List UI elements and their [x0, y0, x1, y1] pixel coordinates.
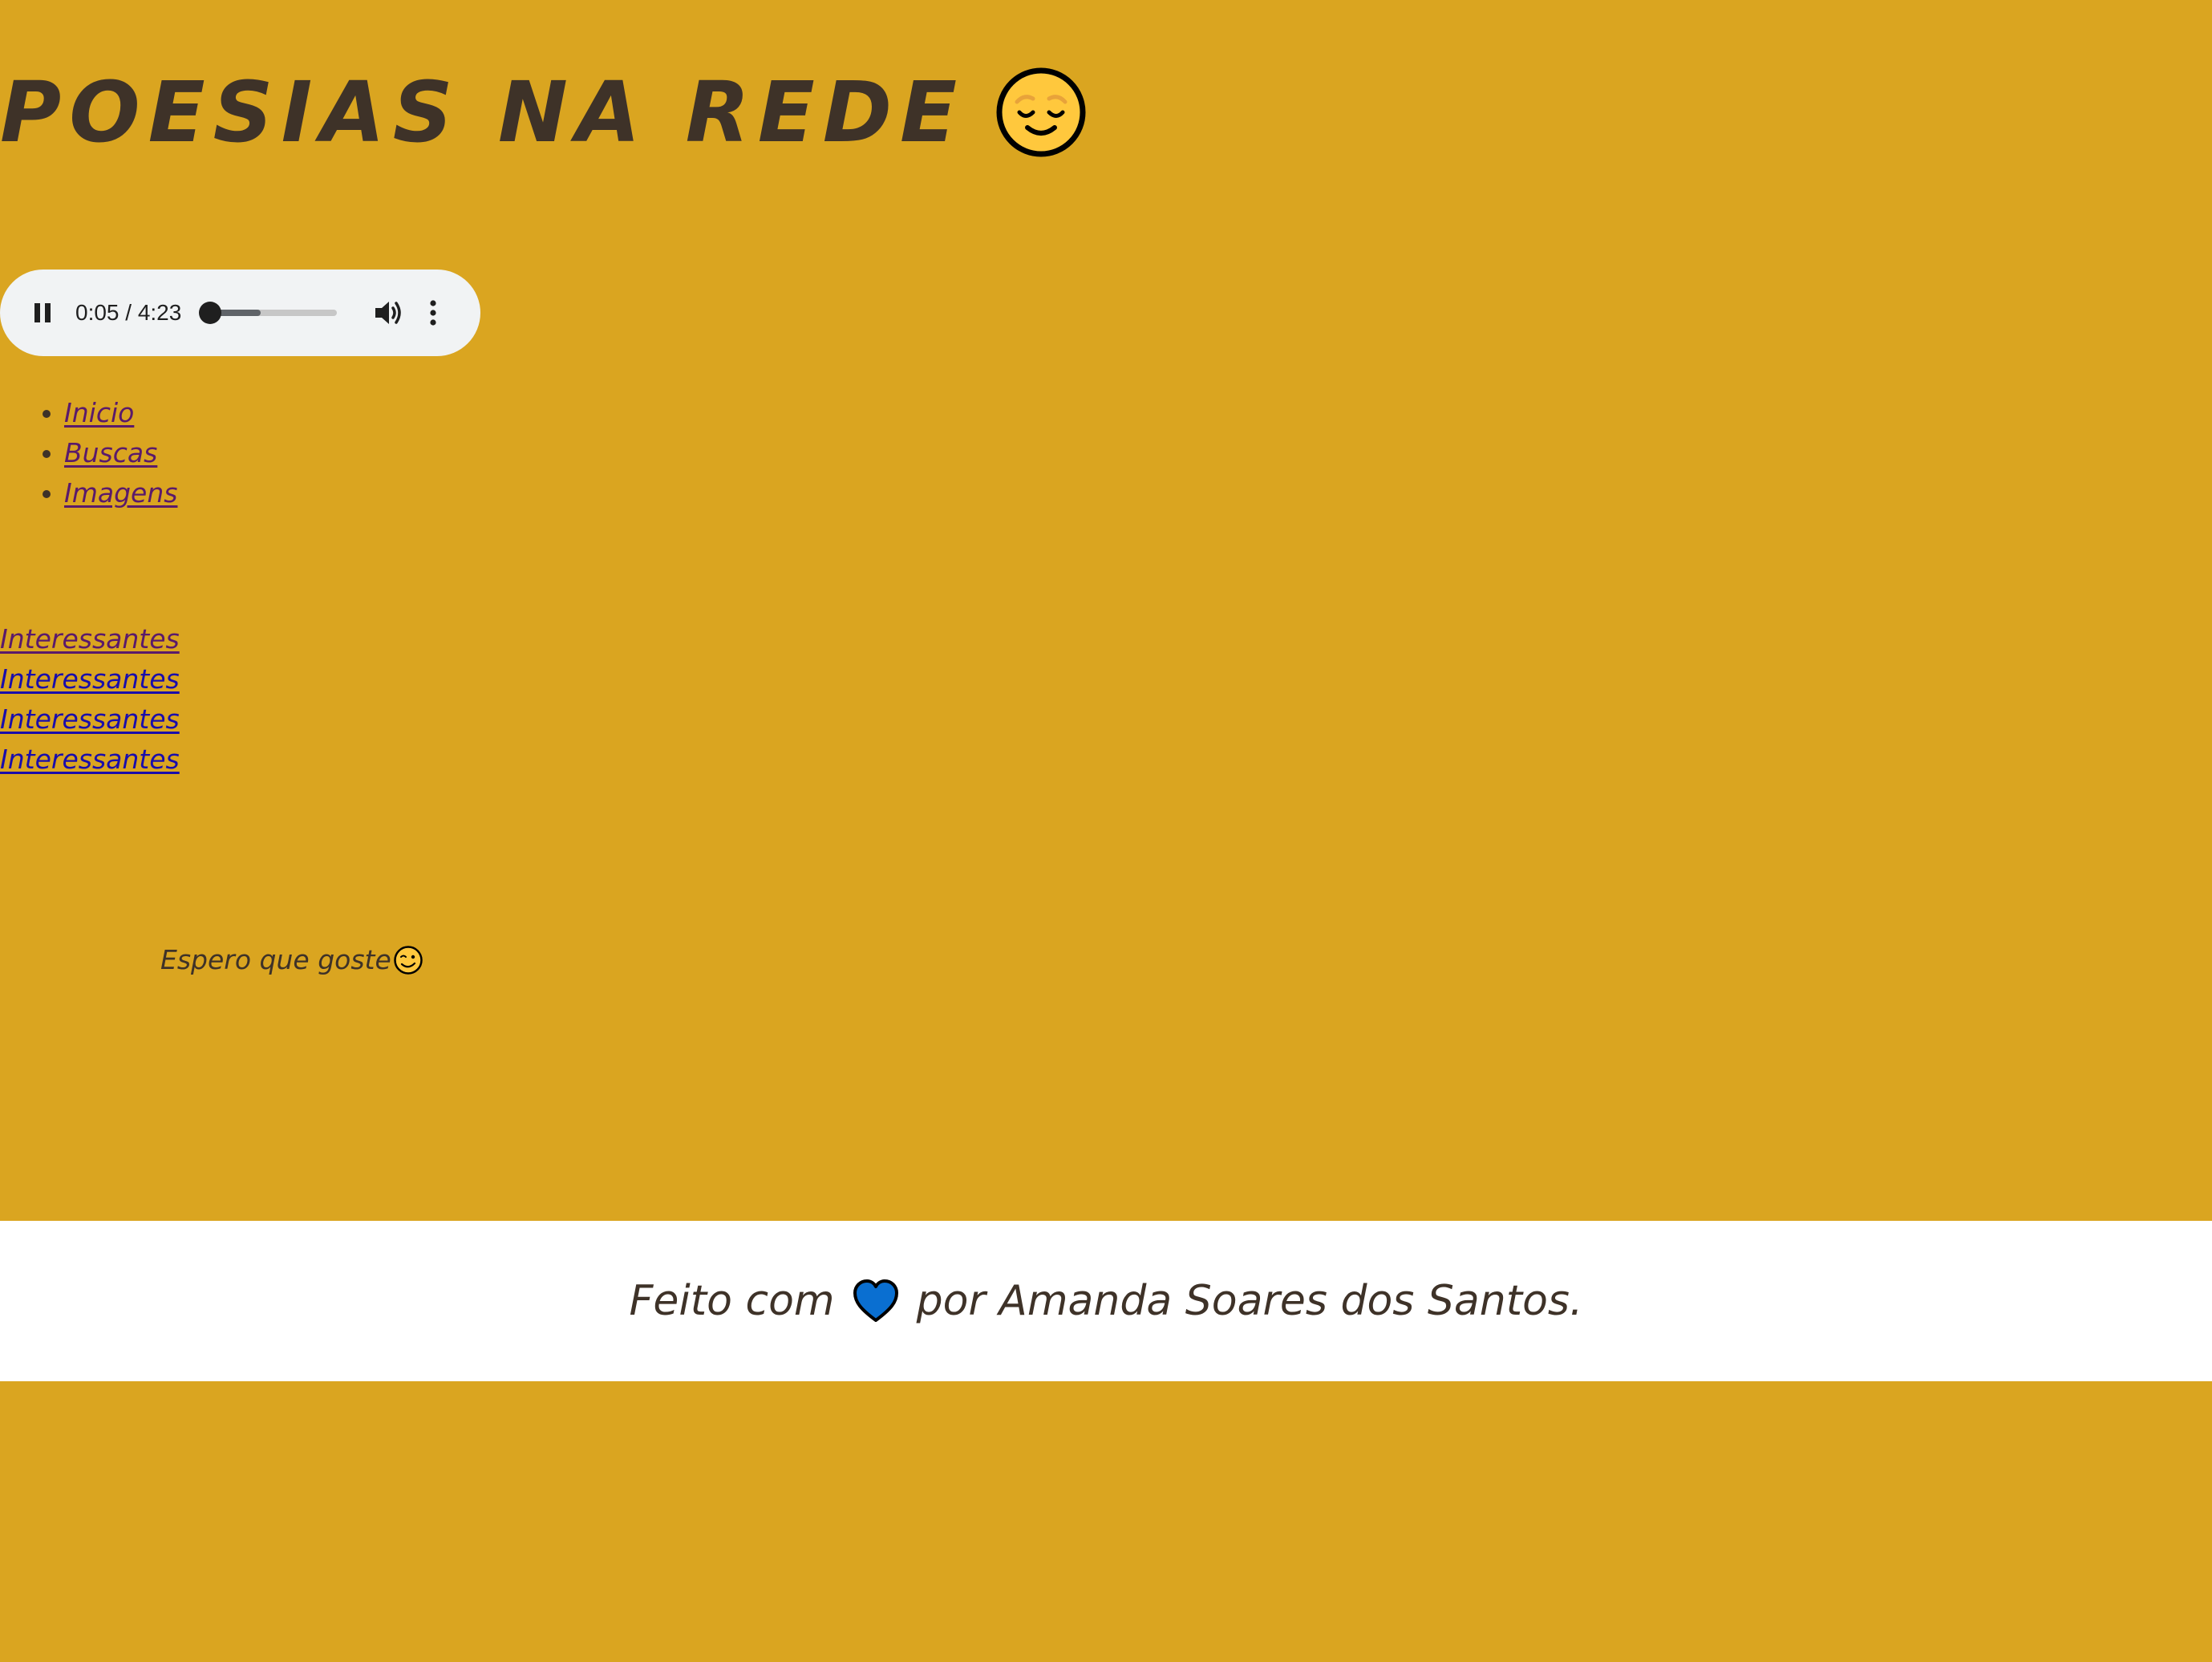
footer: Feito com por Amanda Soares dos Santos.	[0, 1221, 2212, 1381]
pause-icon	[34, 303, 51, 322]
interesting-links: Interessantes Interessantes Interessante…	[0, 619, 180, 780]
footer-text-after: por Amanda Soares dos Santos.	[916, 1277, 1583, 1325]
more-vertical-icon	[430, 300, 436, 326]
volume-icon	[375, 302, 402, 324]
seek-thumb[interactable]	[198, 302, 221, 324]
footer-credit: Feito com por Amanda Soares dos Santos.	[629, 1277, 1582, 1325]
nav-item-inicio: Inicio	[64, 393, 177, 433]
site-title-text: POESIAS NA REDE	[0, 63, 966, 161]
audio-player[interactable]: 0:05 / 4:23	[0, 270, 480, 356]
nav-item-buscas: Buscas	[64, 433, 177, 473]
interesting-link-2[interactable]: Interessantes	[0, 659, 180, 699]
winking-face-icon	[393, 945, 423, 975]
time-display: 0:05 / 4:23	[75, 300, 182, 325]
relieved-face-icon	[995, 67, 1087, 158]
blue-heart-icon	[853, 1278, 899, 1324]
greeting: Espero que goste	[160, 940, 423, 980]
interesting-link-4[interactable]: Interessantes	[0, 740, 180, 780]
greeting-text: Espero que goste	[160, 944, 391, 975]
seek-slider[interactable]	[198, 302, 338, 324]
footer-text-before: Feito com	[629, 1277, 835, 1325]
nav-link-imagens[interactable]: Imagens	[64, 477, 177, 509]
nav-menu: Inicio Buscas Imagens	[0, 393, 177, 513]
interesting-link-3[interactable]: Interessantes	[0, 699, 180, 740]
pause-button[interactable]	[29, 299, 56, 326]
site-title: POESIAS NA REDE	[0, 56, 1087, 168]
nav-item-imagens: Imagens	[64, 473, 177, 513]
nav-link-buscas[interactable]: Buscas	[64, 437, 157, 468]
volume-button[interactable]	[372, 297, 404, 329]
more-options-button[interactable]	[425, 297, 441, 329]
nav-link-inicio[interactable]: Inicio	[64, 397, 134, 428]
interesting-link-1[interactable]: Interessantes	[0, 619, 180, 659]
